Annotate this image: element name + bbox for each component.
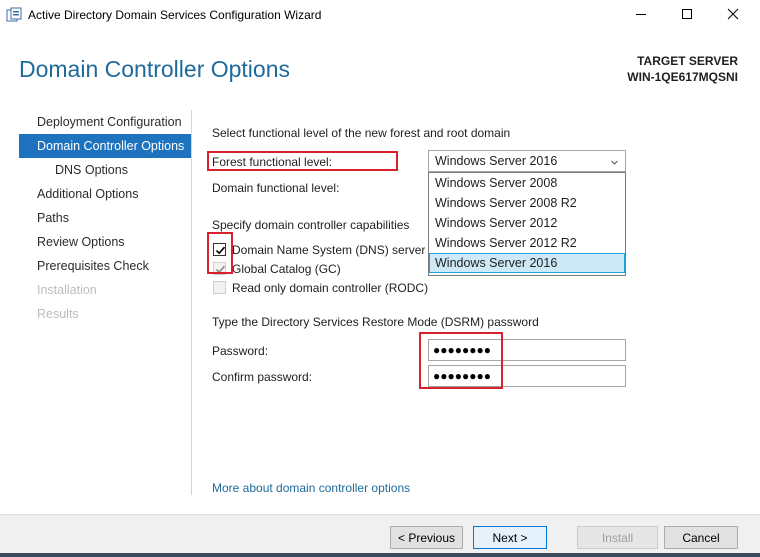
forest-level-dropdown-list: Windows Server 2008 Windows Server 2008 … [428,172,626,276]
global-catalog-label: Global Catalog (GC) [232,262,341,276]
nav-item-installation: Installation [37,283,97,297]
maximize-icon [681,8,693,23]
capabilities-heading: Specify domain controller capabilities [212,218,410,232]
page-title: Domain Controller Options [19,56,291,82]
nav-divider [191,110,192,495]
password-label: Password: [212,344,269,358]
functional-level-heading: Select functional level of the new fores… [212,126,511,140]
chevron-down-icon [610,156,619,170]
dns-server-label: Domain Name System (DNS) server [232,243,426,257]
install-button: Install [577,526,658,549]
previous-button[interactable]: < Previous [390,526,463,549]
rodc-label: Read only domain controller (RODC) [232,281,429,295]
target-server-label: TARGET SERVER [637,54,738,68]
maximize-button[interactable] [664,0,710,30]
nav-item-domain-controller-options[interactable]: Domain Controller Options [19,134,191,158]
nav-item-prerequisites-check[interactable]: Prerequisites Check [19,254,191,278]
nav-item-review-options[interactable]: Review Options [19,230,191,254]
nav-item-deployment-configuration[interactable]: Deployment Configuration [19,110,191,134]
taskbar-edge [0,553,760,557]
nav-item-additional-options[interactable]: Additional Options [19,182,191,206]
close-button[interactable] [710,0,756,30]
dropdown-option[interactable]: Windows Server 2008 R2 [429,193,625,213]
forest-functional-level-select[interactable]: Windows Server 2016 [428,150,626,172]
minimize-button[interactable] [618,0,664,30]
title-bar: Active Directory Domain Services Configu… [0,0,760,30]
dropdown-option[interactable]: Windows Server 2012 [429,213,625,233]
annotation-box-dns-checkbox [207,232,233,274]
nav-item-results: Results [37,307,79,321]
nav-item-dns-options[interactable]: DNS Options [19,158,191,182]
target-server-name: WIN-1QE617MQSNI [627,70,738,84]
nav-item-paths[interactable]: Paths [19,206,191,230]
close-icon [727,8,739,23]
rodc-checkbox [213,281,226,294]
wizard-nav: Deployment Configuration Domain Controll… [19,110,191,326]
confirm-password-label: Confirm password: [212,370,313,384]
more-about-dc-options-link[interactable]: More about domain controller options [212,481,410,495]
domain-functional-level-label: Domain functional level: [212,181,340,195]
next-button[interactable]: Next > [473,526,547,549]
app-icon [6,7,22,23]
dropdown-option[interactable]: Windows Server 2012 R2 [429,233,625,253]
dsrm-heading: Type the Directory Services Restore Mode… [212,315,539,329]
dropdown-option[interactable]: Windows Server 2008 [429,173,625,193]
forest-level-selected-value: Windows Server 2016 [435,154,558,168]
dropdown-option-selected[interactable]: Windows Server 2016 [429,253,625,273]
minimize-icon [635,8,647,23]
window-title: Active Directory Domain Services Configu… [28,8,322,22]
annotation-box-forest-level [207,151,398,171]
cancel-button[interactable]: Cancel [664,526,738,549]
annotation-box-passwords [419,332,503,389]
